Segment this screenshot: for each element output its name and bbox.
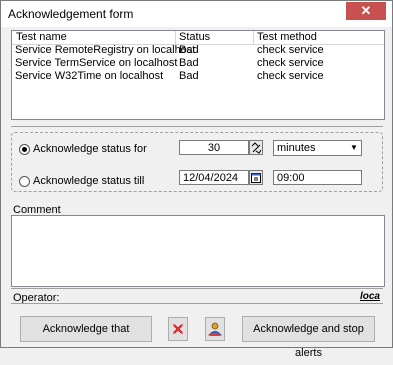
column-header-test-method[interactable]: Test method xyxy=(257,31,317,43)
user-alert-icon xyxy=(208,322,222,336)
tests-grid[interactable]: Test name Status Test method Service Rem… xyxy=(11,30,385,120)
acknowledge-stop-alerts-button[interactable]: Acknowledge and stop alerts xyxy=(242,316,375,359)
chevron-down-icon: ▼ xyxy=(348,142,360,154)
table-row[interactable]: Service RemoteRegistry on localhost Bad … xyxy=(12,44,384,57)
close-button[interactable]: ✕ xyxy=(346,2,386,20)
column-header-status[interactable]: Status xyxy=(179,31,210,43)
test-name-cell: Service W32Time on localhost xyxy=(15,70,164,82)
cancel-icon xyxy=(172,323,184,335)
divider xyxy=(11,288,383,289)
window-title: Acknowledgement form xyxy=(8,7,134,21)
test-method-cell: check service xyxy=(257,70,324,82)
ack-till-date-input[interactable]: 12/04/2024 xyxy=(179,170,249,185)
calendar-icon xyxy=(251,173,261,183)
ack-for-duration-input[interactable]: 30 xyxy=(179,140,249,155)
cancel-button[interactable] xyxy=(168,317,188,341)
ack-for-unit-select[interactable]: minutes ▼ xyxy=(273,140,362,156)
test-method-cell: check service xyxy=(257,57,324,69)
column-header-test-name[interactable]: Test name xyxy=(16,31,67,43)
ack-till-time-input[interactable]: 09:00 xyxy=(273,170,362,185)
duration-stepper-button[interactable] xyxy=(249,140,263,155)
date-picker-button[interactable] xyxy=(249,170,263,185)
ack-till-label[interactable]: Acknowledge status till xyxy=(33,175,144,187)
test-name-cell: Service TermService on localhost xyxy=(15,57,178,69)
table-row[interactable]: Service W32Time on localhost Bad check s… xyxy=(12,70,384,83)
grid-header: Test name Status Test method xyxy=(12,31,384,45)
test-name-cell: Service RemoteRegistry on localhost xyxy=(15,44,196,56)
status-cell: Bad xyxy=(179,70,199,82)
logo: loca xyxy=(359,291,380,302)
divider xyxy=(11,303,383,304)
status-cell: Bad xyxy=(179,57,199,69)
ack-for-radio[interactable] xyxy=(19,144,30,155)
divider xyxy=(11,126,383,127)
comment-textarea[interactable] xyxy=(11,215,385,287)
acknowledgement-window: Acknowledgement form ✕ Test name Status … xyxy=(0,0,393,359)
stepper-icon xyxy=(251,142,262,154)
ack-for-label[interactable]: Acknowledge status for xyxy=(33,143,147,155)
status-cell: Bad xyxy=(179,44,199,56)
close-icon: ✕ xyxy=(360,3,372,18)
ack-till-radio[interactable] xyxy=(19,176,30,187)
title-bar: Acknowledgement form ✕ xyxy=(1,1,392,27)
table-row[interactable]: Service TermService on localhost Bad che… xyxy=(12,57,384,70)
unit-selected-value: minutes xyxy=(277,142,316,154)
user-alert-button[interactable] xyxy=(205,317,225,341)
test-method-cell: check service xyxy=(257,44,324,56)
acknowledge-button[interactable]: Acknowledge that xyxy=(20,316,152,342)
